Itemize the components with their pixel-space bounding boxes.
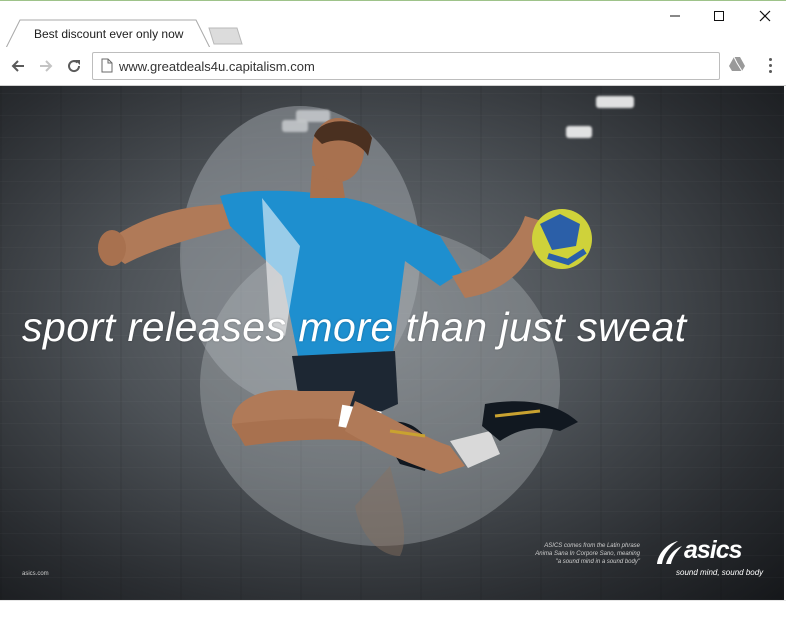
note-line-1: ASICS comes from the Latin phrase — [544, 543, 640, 549]
maximize-button[interactable] — [696, 5, 742, 27]
minimize-icon — [670, 15, 680, 17]
page-icon — [101, 58, 113, 73]
note-line-2: Anima Sana In Corpore Sano, meaning — [535, 551, 640, 557]
brand-origin-note: ASICS comes from the Latin phrase Anima … — [490, 542, 640, 566]
address-bar[interactable]: www.greatdeals4u.capitalism.com — [92, 52, 720, 80]
maximize-icon — [714, 11, 724, 21]
back-arrow-icon — [11, 60, 24, 72]
back-button[interactable] — [6, 54, 30, 78]
forward-button[interactable] — [34, 54, 58, 78]
close-icon — [759, 10, 771, 22]
extension-icon[interactable] — [728, 56, 746, 72]
forward-arrow-icon — [40, 60, 53, 72]
tab-title: Best discount ever only now — [34, 27, 184, 41]
advertisement-banner[interactable]: sport releases more than just sweat ASIC… — [0, 86, 784, 600]
brand-name: asics — [684, 536, 743, 564]
browser-toolbar: www.greatdeals4u.capitalism.com — [0, 47, 786, 86]
title-bar: Best discount ever only now — [0, 1, 786, 48]
new-tab-button[interactable] — [207, 27, 243, 45]
site-credit: asics.com — [22, 571, 49, 577]
note-line-3: "a sound mind in a sound body" — [555, 559, 640, 565]
close-button[interactable] — [742, 5, 786, 27]
url-text: www.greatdeals4u.capitalism.com — [119, 59, 315, 74]
ad-tagline: sport releases more than just sweat — [22, 304, 687, 350]
brand-slogan: sound mind, sound body — [676, 568, 764, 577]
reload-button[interactable] — [62, 54, 86, 78]
browser-tab[interactable]: Best discount ever only now — [6, 19, 210, 48]
page-bottom-edge — [0, 600, 786, 601]
asics-stripes-logo — [657, 541, 682, 564]
menu-dots-icon[interactable] — [764, 56, 776, 76]
reload-icon — [68, 60, 81, 73]
minimize-button[interactable] — [652, 5, 698, 27]
